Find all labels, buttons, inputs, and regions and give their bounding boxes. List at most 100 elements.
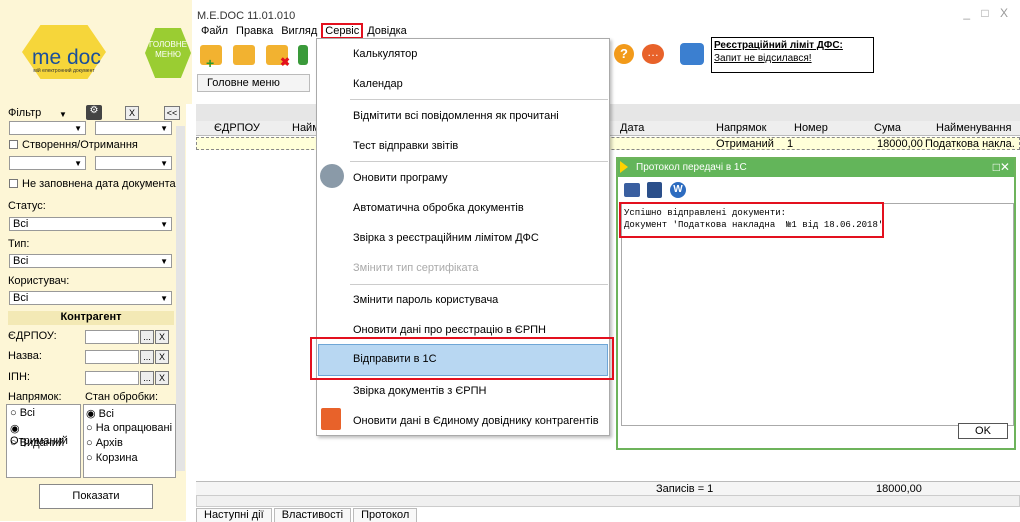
help-question-icon[interactable]: ? bbox=[614, 44, 634, 64]
menu-item-dfs-limit-check[interactable]: Звірка з реєстраційним лімітом ДФС bbox=[353, 232, 539, 244]
date-from-select[interactable] bbox=[9, 121, 86, 135]
records-count: Записів = 1 bbox=[656, 483, 714, 495]
ipn-browse-button[interactable]: ... bbox=[140, 371, 154, 385]
menu-item-calculator[interactable]: Калькулятор bbox=[353, 48, 417, 60]
filter-close-button[interactable]: X bbox=[125, 106, 139, 120]
menu-service[interactable]: Сервіс bbox=[321, 23, 364, 39]
menu-item-update-program[interactable]: Оновити програму bbox=[353, 172, 448, 184]
period-from-select[interactable] bbox=[9, 156, 86, 170]
filter-label: Фільтр bbox=[8, 107, 42, 119]
save-disk-icon[interactable] bbox=[647, 182, 662, 198]
col-number[interactable]: Номер bbox=[794, 122, 828, 134]
row-title: Податкова накла. bbox=[925, 138, 1015, 150]
status-select[interactable]: Всі bbox=[9, 217, 172, 231]
menu-item-update-erpn[interactable]: Оновити дані про реєстрацію в ЄРПН bbox=[353, 324, 546, 336]
dfs-limit-box[interactable]: Реєстраційний ліміт ДФС: Запит не відсил… bbox=[711, 37, 874, 73]
collapse-sidebar-button[interactable]: << bbox=[164, 106, 180, 120]
tab-next-actions[interactable]: Наступні дії bbox=[196, 508, 272, 522]
bottom-tabs: Наступні дії Властивості Протокол bbox=[196, 508, 419, 522]
tab-protocol[interactable]: Протокол bbox=[353, 508, 418, 522]
grid-h-scrollbar[interactable] bbox=[196, 495, 1020, 507]
ipn-clear-button[interactable]: X bbox=[155, 371, 169, 385]
ipn-label: ІПН: bbox=[8, 371, 30, 383]
dfs-limit-link[interactable]: Запит не відсилався! bbox=[714, 52, 871, 65]
processing-pending-radio[interactable]: ○ На опрацювані bbox=[86, 422, 172, 434]
window-controls[interactable]: _ □ X bbox=[963, 6, 1012, 20]
dfs-limit-title: Реєстраційний ліміт ДФС: bbox=[714, 40, 843, 51]
processing-radio-group: ◉ Всі ○ На опрацювані ○ Архів ○ Корзина bbox=[83, 404, 176, 478]
menu-item-calendar[interactable]: Календар bbox=[353, 78, 403, 90]
main-menu-hex-label: ГОЛОВНЕ МЕНЮ bbox=[149, 40, 187, 59]
direction-issued-radio[interactable]: ○ Виданий bbox=[10, 437, 64, 449]
menu-file[interactable]: Файл bbox=[197, 23, 232, 39]
update-program-icon bbox=[320, 164, 344, 188]
protocol-window-controls[interactable]: □✕ bbox=[993, 160, 1010, 174]
col-date[interactable]: Дата bbox=[620, 122, 644, 134]
plus-icon: + bbox=[206, 55, 215, 71]
medoc-tagline: мій електронний документ bbox=[33, 68, 95, 74]
no-date-checkbox[interactable] bbox=[9, 179, 18, 188]
name-input[interactable] bbox=[85, 350, 139, 364]
created-received-label: Створення/Отримання bbox=[22, 139, 138, 151]
processing-all-radio[interactable]: ◉ Всі bbox=[86, 407, 114, 420]
delete-x-icon: ✖ bbox=[280, 55, 291, 69]
user-select[interactable]: Всі bbox=[9, 291, 172, 305]
row-number: 1 bbox=[787, 138, 794, 150]
tab-properties[interactable]: Властивості bbox=[273, 508, 352, 522]
filter-chevron-icon[interactable]: ▼ bbox=[59, 110, 67, 119]
word-export-icon[interactable]: W bbox=[670, 182, 686, 198]
col-edrpou[interactable]: ЄДРПОУ bbox=[214, 122, 260, 134]
processing-trash-radio[interactable]: ○ Корзина bbox=[86, 452, 138, 464]
type-label: Тип: bbox=[8, 238, 30, 250]
sidebar-scrollbar[interactable] bbox=[176, 126, 185, 471]
name-browse-button[interactable]: ... bbox=[140, 350, 154, 364]
period-to-select[interactable] bbox=[95, 156, 172, 170]
menu-item-update-counterparties[interactable]: Оновити дані в Єдиному довіднику контраг… bbox=[353, 415, 599, 427]
status-label: Статус: bbox=[8, 200, 46, 212]
footer-sum: 18000,00 bbox=[876, 483, 922, 495]
menu-item-auto-processing[interactable]: Автоматична обробка документів bbox=[353, 202, 524, 214]
ok-button[interactable]: OK bbox=[958, 423, 1008, 439]
tab-main-menu[interactable]: Головне меню bbox=[197, 74, 310, 92]
chat-bubble-icon[interactable]: … bbox=[642, 44, 664, 64]
name-label: Назва: bbox=[8, 350, 42, 362]
open-folder-icon[interactable] bbox=[233, 45, 255, 65]
show-button[interactable]: Показати bbox=[39, 484, 153, 509]
menu-separator bbox=[350, 161, 608, 162]
ipn-input[interactable] bbox=[85, 371, 139, 385]
created-received-checkbox[interactable] bbox=[9, 140, 18, 149]
window-title: M.E.DOC 11.01.010 bbox=[197, 10, 296, 22]
protocol-result-highlight bbox=[619, 202, 884, 238]
counterparty-header: Контрагент bbox=[8, 311, 174, 325]
col-sum[interactable]: Сума bbox=[874, 122, 901, 134]
menu-item-mark-read[interactable]: Відмітити всі повідомлення як прочитані bbox=[353, 110, 559, 122]
col-title[interactable]: Найменування bbox=[936, 122, 1011, 134]
direction-all-radio[interactable]: ○ Всі bbox=[10, 407, 35, 419]
date-to-select[interactable] bbox=[95, 121, 172, 135]
row-sum: 18000,00 bbox=[877, 138, 923, 150]
user-label: Користувач: bbox=[8, 275, 70, 287]
edrpou-browse-button[interactable]: ... bbox=[140, 330, 154, 344]
edrpou-input[interactable] bbox=[85, 330, 139, 344]
print-icon[interactable] bbox=[624, 183, 640, 197]
network-icon[interactable] bbox=[680, 43, 704, 65]
settings-gear-icon[interactable]: ⚙ bbox=[86, 105, 102, 120]
processing-label: Стан обробки: bbox=[85, 391, 159, 403]
menu-edit[interactable]: Правка bbox=[232, 23, 277, 39]
no-date-label: Не заповнена дата документа bbox=[22, 178, 176, 190]
name-clear-button[interactable]: X bbox=[155, 350, 169, 364]
menu-item-test-send[interactable]: Тест відправки звітів bbox=[353, 140, 458, 152]
edrpou-clear-button[interactable]: X bbox=[155, 330, 169, 344]
type-select[interactable]: Всі bbox=[9, 254, 172, 268]
menu-separator bbox=[350, 99, 608, 100]
save-icon[interactable] bbox=[298, 45, 308, 65]
processing-archive-radio[interactable]: ○ Архів bbox=[86, 437, 123, 449]
col-direction[interactable]: Напрямок bbox=[716, 122, 766, 134]
menu-item-erpn-reconcile[interactable]: Звірка документів з ЄРПН bbox=[353, 385, 486, 397]
grid-footer: Записів = 1 18000,00 bbox=[196, 481, 1020, 495]
menu-item-change-password[interactable]: Змінити пароль користувача bbox=[353, 294, 498, 306]
menu-view[interactable]: Вигляд bbox=[277, 23, 321, 39]
medoc-logo-text: me doc bbox=[32, 46, 101, 69]
row-direction: Отриманий bbox=[716, 138, 774, 150]
menu-help[interactable]: Довідка bbox=[363, 23, 411, 39]
